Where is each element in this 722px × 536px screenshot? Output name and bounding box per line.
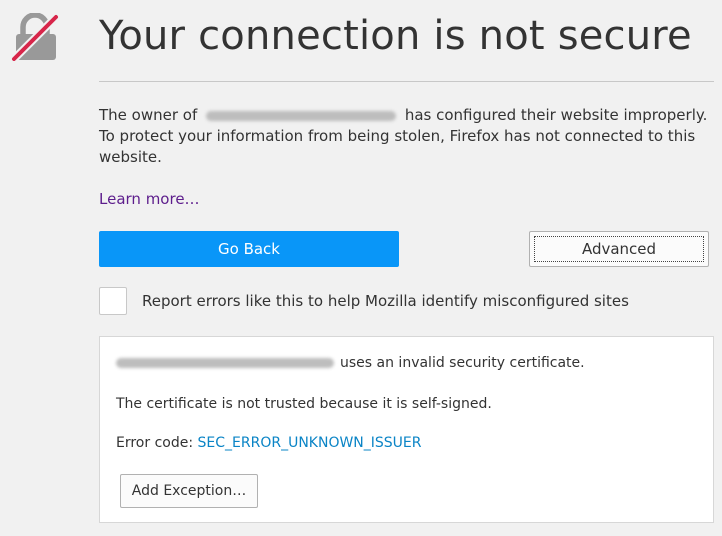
error-description: The owner of has configured their websit…: [99, 105, 714, 168]
trust-reason-text: The certificate is not trusted because i…: [116, 396, 492, 412]
report-errors-checkbox[interactable]: [99, 287, 127, 315]
title-divider: [99, 81, 714, 82]
error-code-label: Error code:: [116, 435, 194, 451]
error-code-link[interactable]: SEC_ERROR_UNKNOWN_ISSUER: [198, 435, 422, 451]
broken-lock-icon: [10, 13, 60, 61]
description-prefix: The owner of: [99, 106, 198, 124]
add-exception-button[interactable]: Add Exception…: [120, 474, 258, 508]
advanced-button-label: Advanced: [581, 240, 657, 258]
advanced-button[interactable]: Advanced: [529, 231, 709, 267]
page-title: Your connection is not secure: [99, 13, 692, 59]
error-page: Your connection is not secure The owner …: [0, 0, 722, 536]
invalid-cert-line: uses an invalid security certificate.: [116, 353, 585, 373]
learn-more-link[interactable]: Learn more…: [99, 188, 200, 210]
report-errors-label: Report errors like this to help Mozilla …: [142, 292, 629, 310]
redacted-hostname: [206, 110, 397, 121]
go-back-button[interactable]: Go Back: [99, 231, 399, 267]
redacted-hostname: [116, 358, 334, 368]
error-code-line: Error code: SEC_ERROR_UNKNOWN_ISSUER: [116, 433, 422, 453]
invalid-cert-text: uses an invalid security certificate.: [340, 355, 585, 371]
certificate-details-panel: uses an invalid security certificate. Th…: [99, 336, 714, 523]
